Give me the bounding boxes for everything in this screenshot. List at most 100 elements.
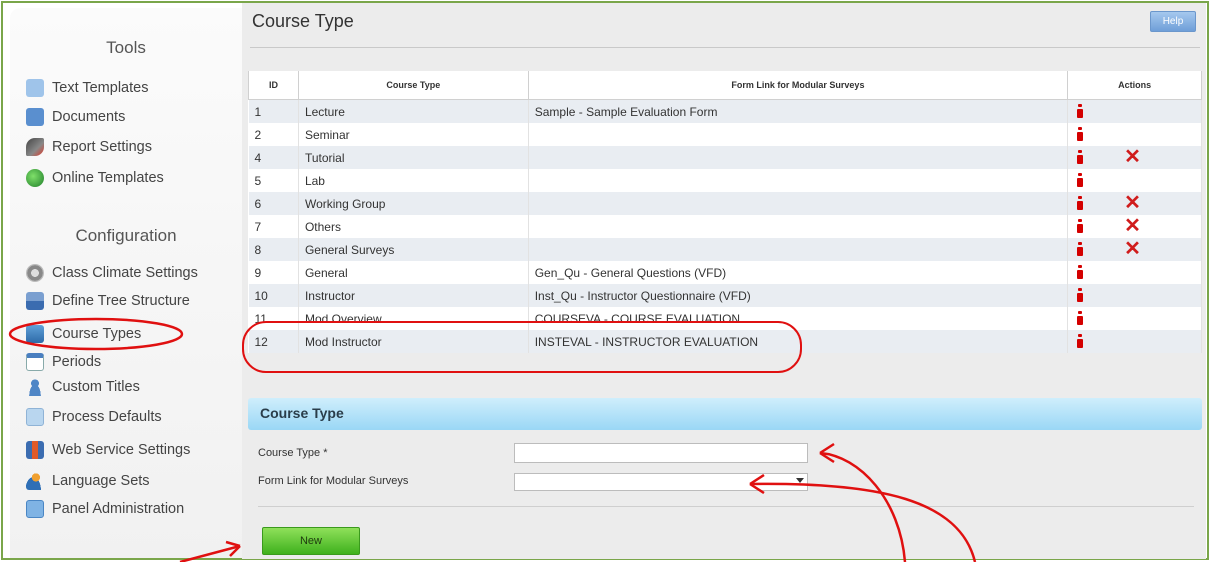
cell-actions: ✕ [1067, 191, 1202, 215]
table-row[interactable]: 9 General Gen_Qu - General Questions (VFD) [248, 261, 1202, 284]
form-heading: Course Type [260, 405, 344, 421]
cell-form-link: COURSEVA - COURSE EVALUATION [528, 307, 1069, 330]
table-row[interactable]: 12 Mod Instructor INSTEVAL - INSTRUCTOR EV… [248, 330, 1202, 353]
table-row[interactable]: 1 Lecture Sample - Sample Evaluation Form [248, 99, 1202, 123]
sidebar-item-label: Web Service Settings [52, 442, 191, 458]
cell-form-link [528, 238, 1069, 261]
sidebar-item-label: Report Settings [52, 139, 152, 155]
column-header-id[interactable]: ID [248, 71, 299, 100]
cell-course-type: Tutorial [298, 146, 529, 169]
cell-course-type: Instructor [298, 284, 529, 307]
cell-form-link: INSTEVAL - INSTRUCTOR EVALUATION [528, 330, 1069, 353]
sidebar-item-label: Panel Administration [52, 501, 185, 517]
cell-actions [1067, 307, 1202, 330]
sidebar-item-panel-administration[interactable]: Panel Administration [26, 496, 184, 522]
cell-actions [1067, 330, 1202, 353]
report-settings-icon [26, 138, 44, 156]
edit-icon[interactable] [1077, 196, 1084, 210]
cell-id: 1 [248, 99, 299, 123]
sidebar-item-course-types[interactable]: Course Types [26, 321, 141, 347]
cell-id: 6 [248, 192, 299, 215]
column-header-course-type[interactable]: Course Type [297, 71, 529, 100]
table-row[interactable]: 5 Lab [248, 169, 1202, 192]
table-row[interactable]: 11 Mod Overview COURSEVA - COURSE EVALUATI… [248, 307, 1202, 330]
cell-form-link [528, 123, 1069, 146]
sidebar-item-text-templates[interactable]: Text Templates [26, 75, 148, 101]
cell-form-link: Sample - Sample Evaluation Form [528, 99, 1069, 123]
language-icon [26, 472, 44, 490]
help-button[interactable]: Help [1150, 11, 1196, 32]
edit-icon[interactable] [1077, 334, 1084, 348]
table-row[interactable]: 8 General Surveys ✕ [248, 237, 1202, 261]
table-row[interactable]: 10 Instructor Inst_Qu - Instructor Questio… [248, 284, 1202, 307]
sidebar-item-custom-titles[interactable]: Custom Titles [26, 374, 140, 400]
course-types-icon [26, 325, 44, 343]
delete-icon[interactable]: ✕ [1124, 214, 1141, 238]
sidebar-item-define-tree-structure[interactable]: Define Tree Structure [26, 288, 190, 314]
edit-icon[interactable] [1077, 288, 1084, 302]
panel-icon [26, 500, 44, 518]
delete-icon[interactable]: ✕ [1124, 191, 1141, 215]
cell-form-link [528, 146, 1069, 169]
cell-actions [1067, 261, 1202, 284]
edit-icon[interactable] [1077, 219, 1084, 233]
sidebar-item-label: Custom Titles [52, 379, 140, 395]
tree-structure-icon [26, 292, 44, 310]
gear-icon [26, 264, 44, 282]
chevron-down-icon[interactable] [796, 478, 804, 483]
configuration-heading: Configuration [75, 226, 177, 245]
sidebar-item-process-defaults[interactable]: Process Defaults [26, 404, 162, 430]
cell-course-type: Seminar [298, 123, 529, 146]
course-type-table: ID Course Type Form Link for Modular Sur… [248, 71, 1202, 353]
cell-course-type: Lab [298, 169, 529, 192]
table-body: 1 Lecture Sample - Sample Evaluation Form 2… [248, 99, 1202, 353]
sidebar-item-label: Online Templates [52, 170, 164, 186]
cell-id: 7 [248, 215, 299, 238]
course-type-input[interactable] [514, 443, 808, 463]
documents-icon [26, 108, 44, 126]
cell-id: 12 [248, 330, 299, 353]
sidebar-item-label: Language Sets [52, 473, 150, 489]
edit-icon[interactable] [1077, 311, 1084, 325]
sidebar-item-language-sets[interactable]: Language Sets [26, 468, 150, 494]
web-service-icon [26, 441, 44, 459]
table-row[interactable]: 6 Working Group ✕ [248, 191, 1202, 215]
table-header-row: ID Course Type Form Link for Modular Sur… [248, 71, 1202, 100]
cell-actions [1067, 123, 1202, 146]
edit-icon[interactable] [1077, 242, 1084, 256]
column-header-actions: Actions [1067, 71, 1202, 100]
title-divider [250, 47, 1200, 48]
form-link-select[interactable] [514, 473, 808, 491]
cell-course-type: Mod Instructor [298, 330, 529, 353]
sidebar-item-online-templates[interactable]: Online Templates [26, 165, 164, 191]
edit-icon[interactable] [1077, 104, 1084, 118]
delete-icon[interactable]: ✕ [1124, 237, 1141, 261]
cell-course-type: Others [298, 215, 529, 238]
cell-form-link [528, 169, 1069, 192]
sidebar-item-web-service-settings[interactable]: Web Service Settings [26, 437, 190, 463]
cell-form-link: Gen_Qu - General Questions (VFD) [528, 261, 1069, 284]
tools-heading: Tools [106, 38, 146, 57]
column-header-form-link[interactable]: Form Link for Modular Surveys [527, 71, 1069, 100]
table-row[interactable]: 2 Seminar [248, 123, 1202, 146]
text-template-icon [26, 79, 44, 97]
sidebar-item-periods[interactable]: Periods [26, 349, 101, 375]
cell-form-link [528, 192, 1069, 215]
edit-icon[interactable] [1077, 150, 1084, 164]
new-button[interactable]: New [262, 527, 360, 555]
sidebar-item-label: Course Types [52, 326, 142, 342]
cell-id: 5 [248, 169, 299, 192]
sidebar-item-documents[interactable]: Documents [26, 104, 125, 130]
sidebar-item-report-settings[interactable]: Report Settings [26, 134, 152, 160]
edit-icon[interactable] [1077, 265, 1084, 279]
edit-icon[interactable] [1077, 127, 1084, 141]
page-title: Course Type [252, 11, 354, 31]
sidebar-item-class-climate-settings[interactable]: Class Climate Settings [26, 260, 198, 286]
sidebar-item-label: Documents [52, 109, 126, 125]
table-row[interactable]: 7 Others ✕ [248, 214, 1202, 238]
delete-icon[interactable]: ✕ [1124, 145, 1141, 169]
edit-icon[interactable] [1077, 173, 1084, 187]
cell-form-link: Inst_Qu - Instructor Questionnaire (VFD) [528, 284, 1069, 307]
cell-actions [1067, 169, 1202, 192]
table-row[interactable]: 4 Tutorial ✕ [248, 145, 1202, 169]
